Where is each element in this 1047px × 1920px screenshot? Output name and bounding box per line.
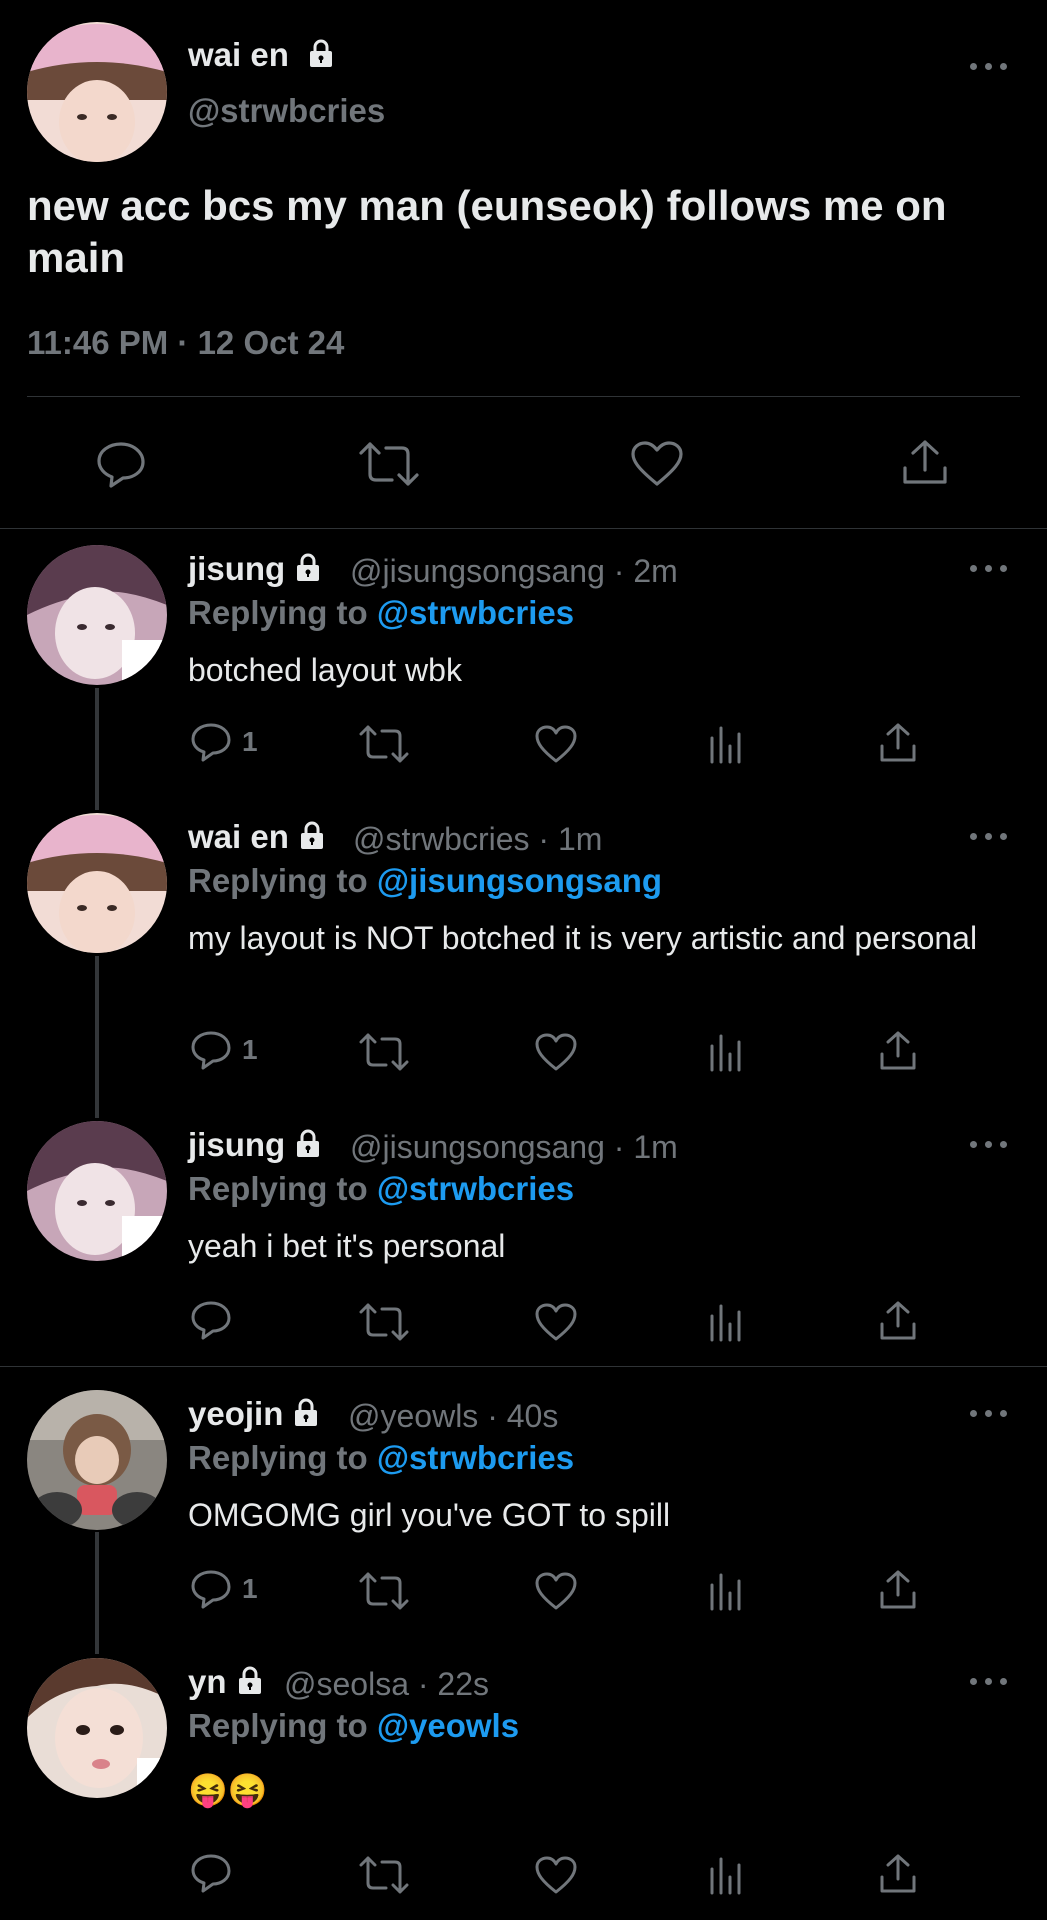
- main-tweet-handle[interactable]: @strwbcries: [188, 92, 385, 130]
- mention-link[interactable]: @strwbcries: [377, 1439, 574, 1476]
- reply-meta[interactable]: @strwbcries · 1m: [353, 821, 602, 858]
- share-icon[interactable]: [900, 438, 950, 488]
- more-icon[interactable]: [970, 1138, 1010, 1150]
- more-icon[interactable]: [970, 60, 1010, 72]
- thread-line: [95, 956, 99, 1118]
- replying-to: Replying to @jisungsongsang: [188, 862, 663, 899]
- lock-icon: [300, 821, 323, 849]
- reply-icon: [191, 1570, 231, 1609]
- reply-action[interactable]: 1: [190, 1569, 258, 1609]
- reply-icon[interactable]: [95, 440, 147, 488]
- retweet-icon[interactable]: [358, 1571, 410, 1611]
- retweet-icon[interactable]: [358, 724, 410, 764]
- heart-icon[interactable]: [534, 1032, 578, 1072]
- thread-line: [95, 1532, 99, 1654]
- views-icon[interactable]: [708, 724, 744, 764]
- retweet-icon[interactable]: [358, 1302, 410, 1342]
- author-name: wai en: [188, 36, 289, 73]
- avatar-wai-en[interactable]: [27, 22, 167, 162]
- more-icon[interactable]: [970, 830, 1010, 842]
- lock-icon: [297, 1129, 320, 1157]
- reply-icon: [191, 1031, 231, 1070]
- reply-icon: [191, 1854, 231, 1893]
- retweet-icon[interactable]: [358, 1032, 410, 1072]
- lock-icon: [238, 1666, 261, 1694]
- share-icon[interactable]: [878, 1300, 918, 1342]
- reply-action[interactable]: 1: [190, 722, 258, 762]
- lock-icon: [295, 1398, 318, 1426]
- avatar-yeojin[interactable]: [27, 1390, 167, 1530]
- mention-link[interactable]: @strwbcries: [377, 1170, 574, 1207]
- reply-text: my layout is NOT botched it is very arti…: [188, 920, 978, 956]
- reply-author-name[interactable]: jisung: [188, 1126, 323, 1164]
- more-icon[interactable]: [970, 1675, 1010, 1687]
- reply-author-name[interactable]: jisung: [188, 550, 323, 588]
- main-tweet-divider: [27, 396, 1020, 397]
- replying-to: Replying to @yeowls: [188, 1707, 520, 1744]
- reply-meta[interactable]: @jisungsongsang · 1m: [350, 1129, 678, 1166]
- mention-link[interactable]: @yeowls: [377, 1707, 519, 1744]
- mention-link[interactable]: @strwbcries: [377, 594, 574, 631]
- mention-link[interactable]: @jisungsongsang: [377, 862, 662, 899]
- section-divider: [0, 528, 1047, 529]
- more-icon[interactable]: [970, 562, 1010, 574]
- reply-text: botched layout wbk: [188, 652, 462, 688]
- reply-icon: [191, 723, 231, 762]
- reply-author-name[interactable]: yeojin: [188, 1395, 321, 1433]
- reply-author-name[interactable]: wai en: [188, 818, 327, 856]
- retweet-icon[interactable]: [358, 440, 420, 488]
- heart-icon[interactable]: [534, 1855, 578, 1895]
- share-icon[interactable]: [878, 1030, 918, 1072]
- reply-action[interactable]: 1: [190, 1030, 258, 1070]
- heart-icon[interactable]: [534, 1302, 578, 1342]
- main-tweet-timestamp[interactable]: 11:46 PM · 12 Oct 24: [27, 324, 344, 362]
- avatar-jisung[interactable]: [27, 545, 167, 685]
- share-icon[interactable]: [878, 722, 918, 764]
- heart-icon[interactable]: [630, 440, 684, 488]
- main-tweet-author-name[interactable]: wai en: [188, 36, 336, 74]
- replying-to: Replying to @strwbcries: [188, 594, 575, 631]
- lock-icon: [297, 553, 320, 581]
- views-icon[interactable]: [708, 1855, 744, 1895]
- reply-action[interactable]: [190, 1300, 242, 1340]
- reply-meta[interactable]: @jisungsongsang · 2m: [350, 553, 678, 590]
- retweet-icon[interactable]: [358, 1855, 410, 1895]
- share-icon[interactable]: [878, 1853, 918, 1895]
- replying-to: Replying to @strwbcries: [188, 1439, 575, 1476]
- replying-to: Replying to @strwbcries: [188, 1170, 575, 1207]
- views-icon[interactable]: [708, 1302, 744, 1342]
- reply-text: OMGOMG girl you've GOT to spill: [188, 1497, 671, 1533]
- heart-icon[interactable]: [534, 724, 578, 764]
- avatar-wai-en[interactable]: [27, 813, 167, 953]
- views-icon[interactable]: [708, 1032, 744, 1072]
- reply-action[interactable]: [190, 1853, 242, 1893]
- lock-icon: [310, 39, 333, 67]
- more-icon[interactable]: [970, 1407, 1010, 1419]
- thread-line: [95, 688, 99, 810]
- avatar-jisung[interactable]: [27, 1121, 167, 1261]
- section-divider: [0, 1366, 1047, 1367]
- reply-author-name[interactable]: yn: [188, 1663, 265, 1701]
- reply-icon: [191, 1301, 231, 1340]
- reply-text: yeah i bet it's personal: [188, 1228, 506, 1264]
- main-tweet-text: new acc bcs my man (eunseok) follows me …: [27, 182, 947, 281]
- reply-meta[interactable]: @seolsa · 22s: [284, 1666, 489, 1703]
- share-icon[interactable]: [878, 1569, 918, 1611]
- views-icon[interactable]: [708, 1571, 744, 1611]
- reply-meta[interactable]: @yeowls · 40s: [348, 1398, 558, 1435]
- avatar-yn[interactable]: [27, 1658, 167, 1798]
- reply-text: 😝😝: [188, 1772, 268, 1808]
- heart-icon[interactable]: [534, 1571, 578, 1611]
